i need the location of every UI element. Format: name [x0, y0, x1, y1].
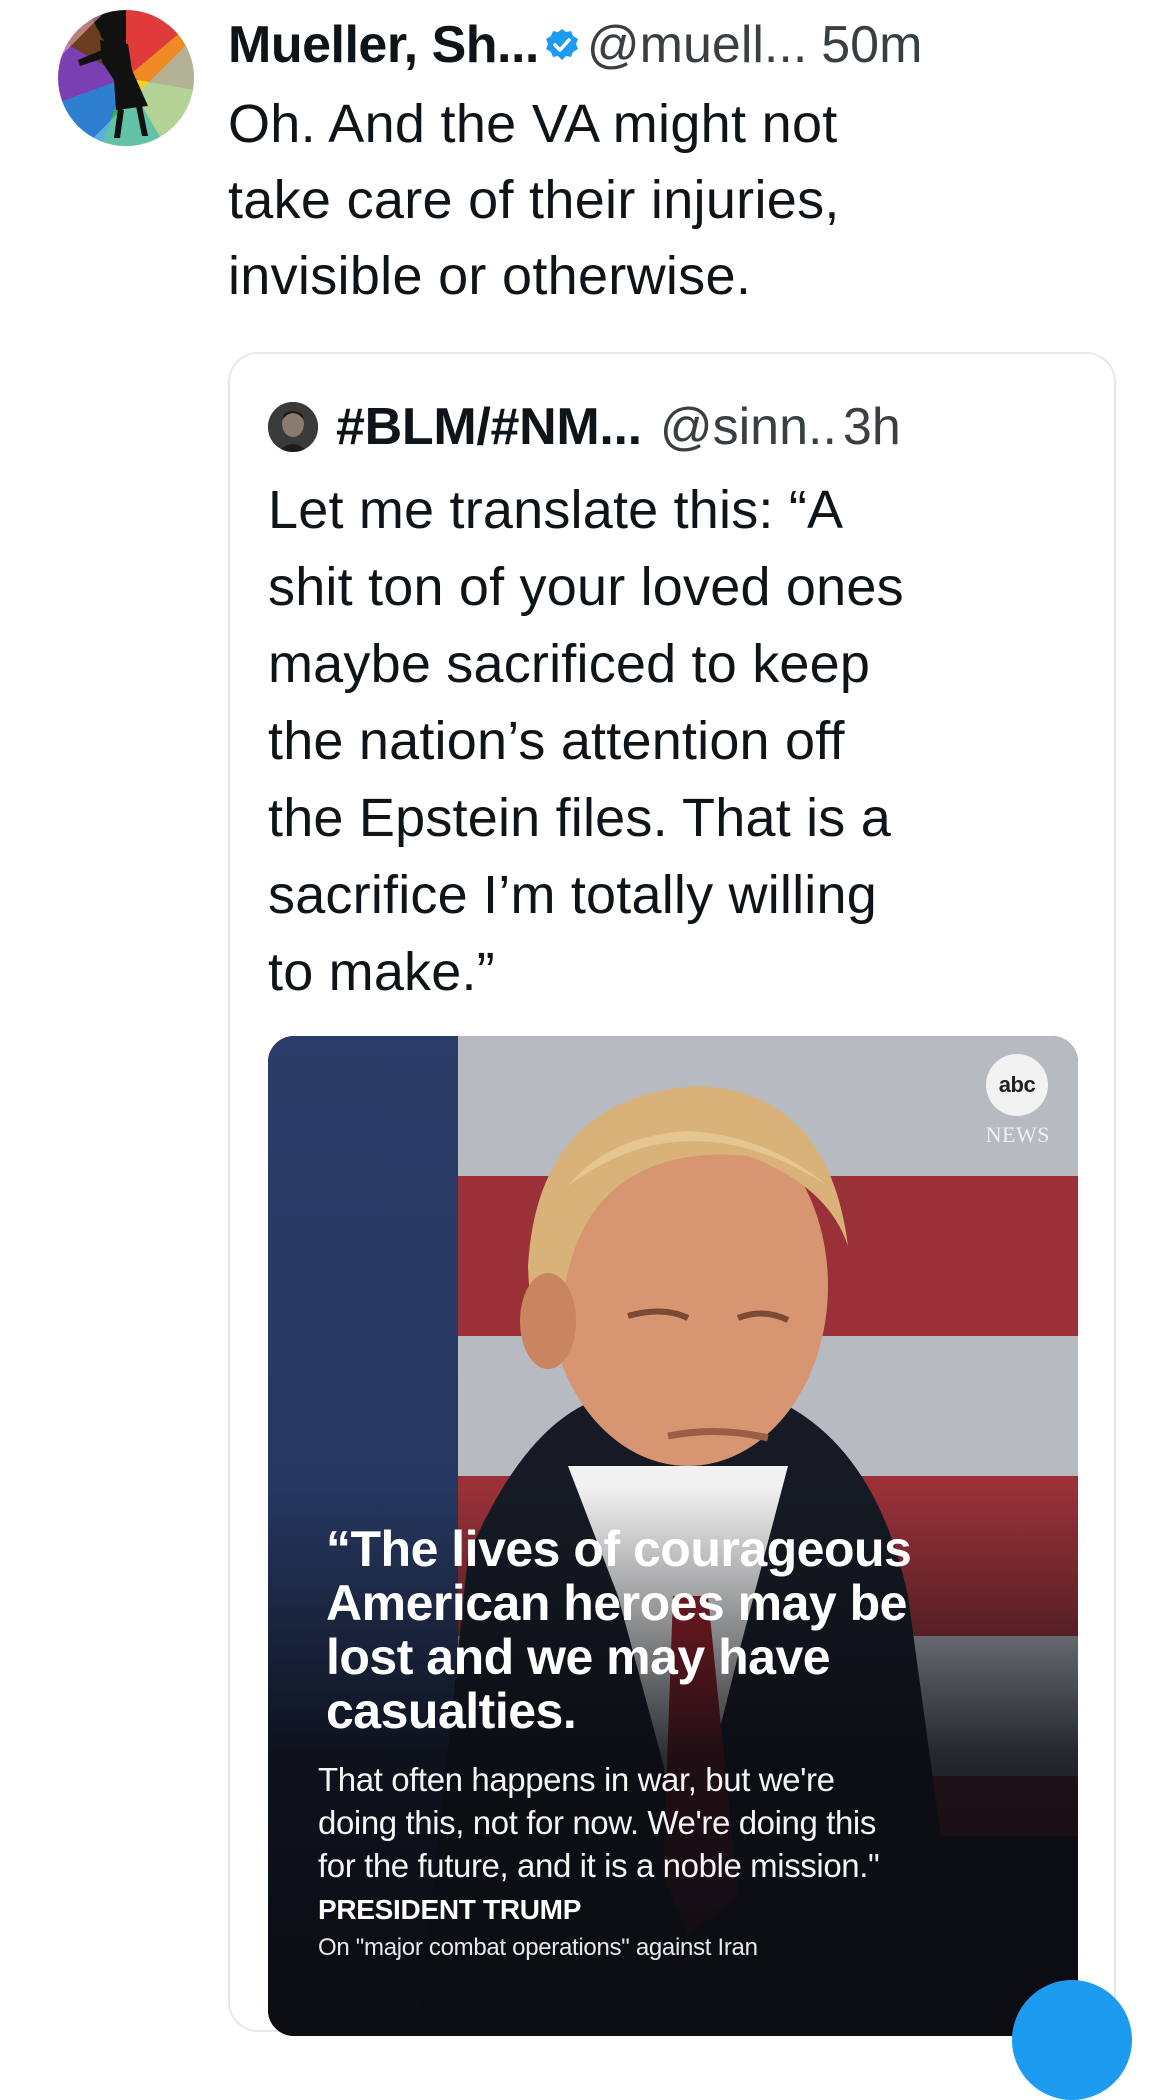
- news-image[interactable]: abc NEWS “The lives of courageous Americ…: [268, 1036, 1078, 2036]
- image-quote-subtext: That often happens in war, but we're doi…: [318, 1761, 880, 1884]
- verified-badge-icon: [545, 29, 578, 60]
- face-icon: [268, 402, 318, 452]
- quoted-author-avatar[interactable]: [268, 402, 318, 452]
- image-quote-headline: “The lives of courageous American heroes…: [326, 1521, 912, 1739]
- image-attribution: PRESIDENT TRUMP: [318, 1894, 582, 1925]
- quoted-author-handle[interactable]: @sinn..: [660, 397, 837, 457]
- abc-logo-icon: abc: [986, 1054, 1048, 1116]
- image-attribution-sub: On "major combat operations" against Ira…: [318, 1934, 758, 1961]
- abc-news-label: NEWS: [985, 1122, 1050, 1147]
- compose-button[interactable]: [1012, 1980, 1132, 2100]
- silhouette-icon: [78, 22, 148, 138]
- quoted-post-header: #BLM/#NM... @sinn.. 3h: [268, 392, 901, 462]
- author-name[interactable]: Mueller, Sh...: [228, 15, 539, 75]
- quoted-author-name[interactable]: #BLM/#NM...: [336, 397, 642, 457]
- author-avatar[interactable]: [58, 10, 194, 146]
- post-header: Mueller, Sh... @muell... 50m: [228, 10, 922, 80]
- post-time[interactable]: 50m: [821, 15, 922, 75]
- post-text: Oh. And the VA might not take care of th…: [228, 94, 840, 306]
- quoted-post-text: Let me translate this: “A shit ton of yo…: [268, 480, 904, 1002]
- quoted-post-card[interactable]: #BLM/#NM... @sinn.. 3h Let me translate …: [228, 352, 1116, 2036]
- author-handle[interactable]: @muell...: [587, 15, 807, 75]
- quoted-post-time[interactable]: 3h: [843, 397, 901, 457]
